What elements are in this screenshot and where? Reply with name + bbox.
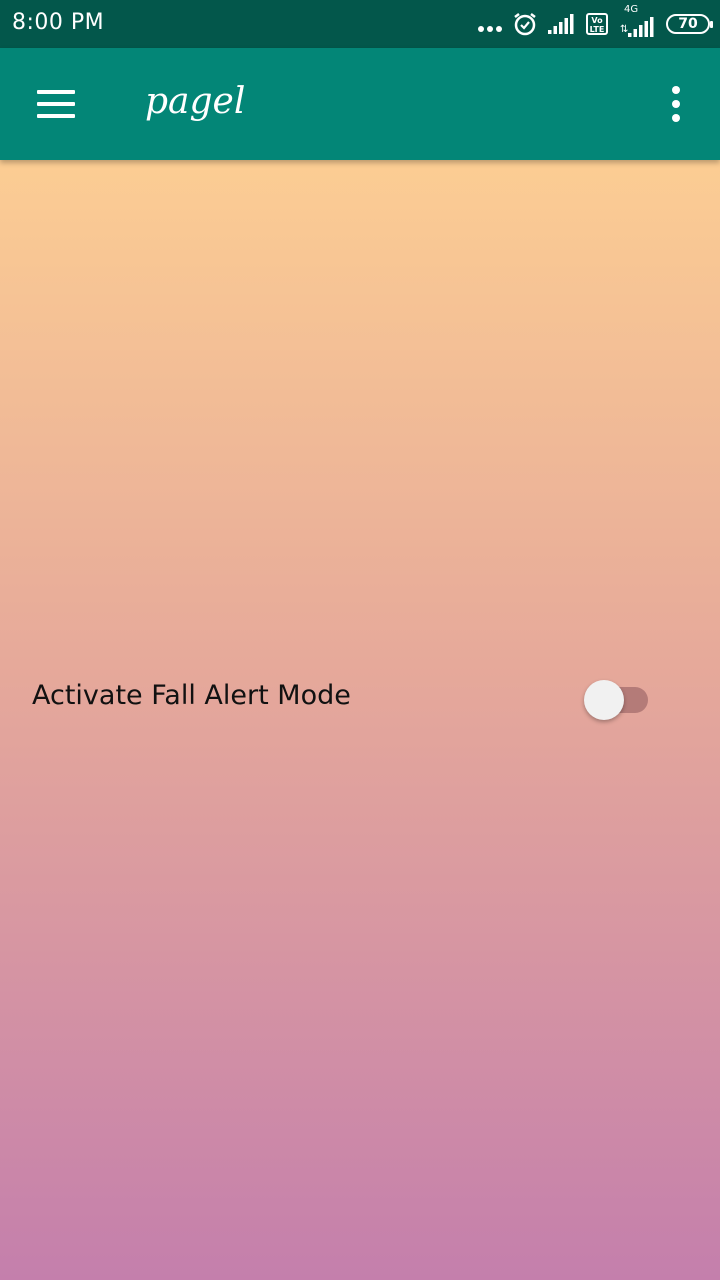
app-bar: pagel [0, 48, 720, 160]
fall-alert-toggle[interactable] [584, 676, 648, 720]
fall-alert-label: Activate Fall Alert Mode [32, 680, 351, 711]
battery-icon: 70 [666, 14, 713, 34]
more-dots-icon [478, 26, 502, 32]
more-vert-icon [672, 86, 680, 122]
hamburger-menu-icon [37, 90, 75, 118]
app-title: pagel [145, 81, 246, 122]
fall-alert-setting-row: Activate Fall Alert Mode [0, 660, 720, 732]
signal-bars-icon [628, 17, 654, 37]
toggle-thumb [584, 680, 624, 720]
overflow-menu-button[interactable] [648, 76, 704, 132]
network-type-label: 4G [624, 4, 639, 15]
volte-icon: Vo LTE [586, 13, 608, 35]
status-time: 8:00 PM [12, 10, 105, 35]
main-content: Activate Fall Alert Mode [0, 160, 720, 1280]
status-icons: Vo LTE 4G ⇅ 70 [478, 4, 713, 40]
signal-icon [548, 14, 574, 34]
status-bar: 8:00 PM Vo LTE 4G ⇅ 70 [0, 0, 720, 48]
alarm-icon [514, 13, 536, 36]
signal-4g-icon: 4G ⇅ [618, 4, 656, 40]
menu-button[interactable] [20, 68, 92, 140]
